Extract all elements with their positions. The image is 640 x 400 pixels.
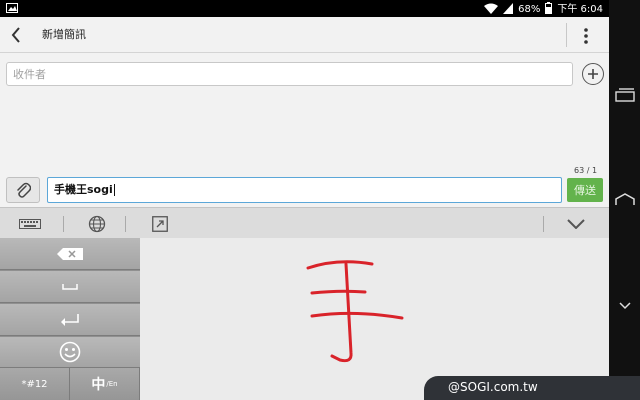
- status-bar: 68% 下午 6:04: [0, 0, 609, 17]
- stroke-2: [310, 289, 367, 295]
- enter-icon: [61, 313, 79, 326]
- messaging-app: 68% 下午 6:04 新增簡訊 63 / 1 手機王sogi 傳送: [0, 0, 609, 400]
- navigation-bar: [609, 0, 640, 400]
- emoji-key[interactable]: [0, 337, 140, 368]
- image-notification-icon: [6, 3, 18, 16]
- lang-sub-label: /En: [106, 380, 118, 388]
- hide-keyboard-button[interactable]: [560, 208, 592, 239]
- paperclip-icon: [17, 182, 31, 198]
- keyboard-icon: [19, 218, 41, 229]
- message-text: 手機王sogi: [54, 183, 113, 196]
- page-title: 新增簡訊: [42, 28, 86, 41]
- recent-apps-button[interactable]: [609, 78, 640, 114]
- space-key[interactable]: [0, 271, 140, 303]
- add-recipient-button[interactable]: [582, 63, 604, 85]
- language-toggle-key[interactable]: 中/En: [70, 368, 140, 400]
- space-icon: [62, 283, 78, 290]
- keyboard-switch-button[interactable]: [10, 208, 50, 239]
- toolbar-separator: [125, 216, 126, 232]
- watermark: @SOGI.com.tw: [424, 376, 640, 400]
- wifi-icon: [484, 3, 499, 17]
- message-input[interactable]: 手機王sogi: [47, 177, 562, 203]
- back-button[interactable]: [4, 22, 28, 48]
- toolbar-separator: [543, 216, 544, 232]
- lang-main-label: 中: [91, 377, 106, 393]
- action-bar: 新增簡訊: [0, 17, 609, 53]
- more-vertical-icon: [584, 28, 588, 44]
- toolbar-separator: [63, 216, 64, 232]
- language-button[interactable]: [84, 208, 110, 239]
- clock: 下午 6:04: [557, 4, 603, 15]
- home-button[interactable]: [609, 182, 640, 218]
- smiley-icon: [59, 341, 81, 363]
- home-icon: [614, 193, 635, 205]
- battery-percent: 68%: [518, 4, 541, 15]
- stroke-1: [306, 260, 374, 270]
- battery-icon: [545, 2, 553, 17]
- backspace-icon: [57, 247, 83, 260]
- plus-icon: [588, 69, 598, 79]
- recent-apps-icon: [614, 88, 635, 102]
- ime-toolbar: [0, 207, 609, 238]
- symbols-key[interactable]: *#12: [0, 368, 70, 400]
- recipient-input[interactable]: [6, 62, 573, 86]
- chevron-down-icon: [567, 218, 585, 229]
- expand-icon: [152, 215, 168, 232]
- chevron-down-icon: [618, 302, 631, 310]
- signal-icon: [503, 2, 514, 17]
- attach-button[interactable]: [6, 177, 40, 203]
- send-button[interactable]: 傳送: [567, 178, 603, 202]
- overflow-menu-button[interactable]: [576, 23, 596, 49]
- char-counter: 63 / 1: [574, 166, 598, 175]
- back-nav-button[interactable]: [609, 288, 640, 324]
- text-caret: [113, 184, 115, 196]
- compose-row: 手機王sogi 傳送: [0, 177, 609, 204]
- enter-key[interactable]: [0, 304, 140, 336]
- ime-keypad: *#12 中/En: [0, 238, 140, 400]
- divider: [566, 23, 567, 47]
- stroke-3: [310, 311, 404, 320]
- globe-icon: [88, 215, 106, 232]
- chevron-left-icon: [11, 27, 20, 43]
- backspace-key[interactable]: [0, 238, 140, 270]
- expand-button[interactable]: [148, 208, 172, 239]
